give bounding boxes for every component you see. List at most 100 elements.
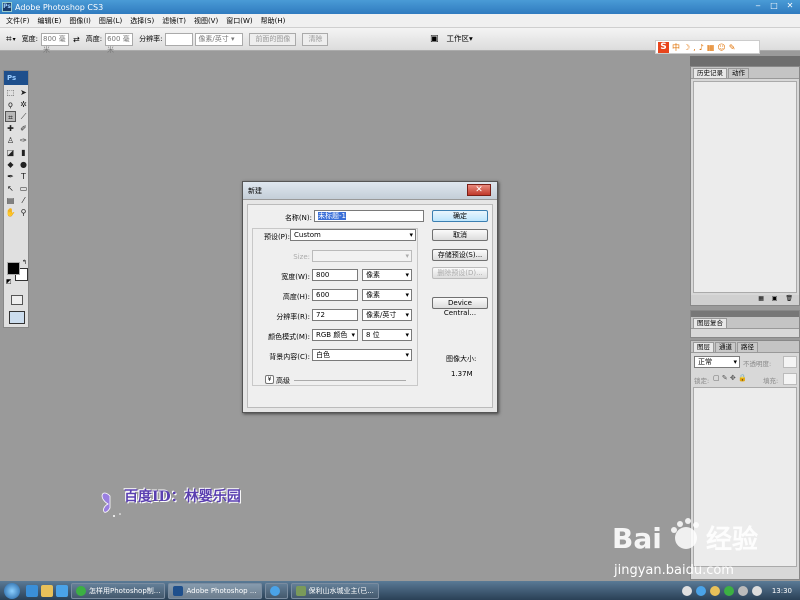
menu-file[interactable]: 文件(F) (2, 16, 34, 26)
taskbar-item-photoshop[interactable]: Adobe Photoshop ... (168, 582, 262, 599)
mic-icon[interactable]: ♪ (699, 43, 704, 52)
tray-icon-4[interactable] (723, 585, 734, 596)
tray-icon-2[interactable] (695, 585, 706, 596)
height-input[interactable]: 600 (312, 289, 358, 301)
resolution-input[interactable]: 72 (312, 309, 358, 321)
tab-channels[interactable]: 通道 (715, 342, 736, 352)
tab-layer-comps[interactable]: 图层复合 (693, 318, 727, 328)
magic-wand-tool-icon[interactable]: ✲ (18, 99, 29, 110)
dialog-close-button[interactable]: ✕ (467, 184, 491, 196)
tab-layers[interactable]: 图层 (693, 342, 714, 352)
swap-colors-icon[interactable]: ↰ (22, 259, 27, 266)
default-colors-icon[interactable]: ◩ (6, 278, 12, 285)
new-doc-from-state-icon[interactable]: ▦ (758, 295, 764, 302)
ok-button[interactable]: 确定 (432, 210, 488, 222)
cancel-button[interactable]: 取消 (432, 229, 488, 241)
ime-mode-label[interactable]: 中 (672, 42, 680, 53)
explorer-quicklaunch-icon[interactable] (41, 584, 53, 597)
tray-icon-1[interactable] (681, 585, 692, 596)
width-unit-select[interactable]: 像素 (362, 269, 412, 281)
delete-state-icon[interactable]: 🗑 (785, 295, 793, 302)
eyedropper-tool-icon[interactable]: ⁄ (18, 195, 29, 206)
clone-stamp-tool-icon[interactable]: ♙ (5, 135, 16, 146)
front-image-button[interactable]: 前面的图像 (249, 32, 297, 46)
brush-tool-icon[interactable]: ✐ (18, 123, 29, 134)
tab-actions[interactable]: 动作 (728, 68, 749, 78)
notes-tool-icon[interactable]: ▤ (5, 195, 16, 206)
size-select[interactable] (312, 250, 412, 262)
taskbar-item-chat[interactable]: 保利山水城业主(已... (290, 582, 379, 599)
menu-view[interactable]: 视图(V) (190, 16, 222, 26)
comma-icon[interactable]: , (693, 43, 696, 52)
lock-icons[interactable]: ▢ ✎ ✥ 🔒 (713, 374, 747, 382)
healing-brush-tool-icon[interactable]: ✚ (5, 123, 16, 134)
width-input[interactable]: 800 毫米 (41, 32, 70, 54)
dodge-tool-icon[interactable]: ● (18, 159, 29, 170)
maximize-button[interactable]: □ (766, 0, 782, 12)
background-select[interactable]: 白色 (312, 349, 412, 361)
resolution-unit-select[interactable]: 像素/英寸 ▾ (195, 32, 244, 46)
device-central-button[interactable]: Device Central... (432, 297, 488, 317)
preset-select[interactable]: Custom (290, 229, 416, 241)
bit-depth-select[interactable]: 8 位 (362, 329, 412, 341)
zoom-tool-icon[interactable]: ⚲ (18, 207, 29, 218)
type-tool-icon[interactable]: T (18, 171, 29, 182)
clear-button[interactable]: 清除 (302, 32, 329, 46)
pen-tool-icon[interactable]: ✒ (5, 171, 16, 182)
moon-icon[interactable]: ☽ (683, 43, 690, 52)
tab-history[interactable]: 历史记录 (693, 68, 727, 78)
gradient-tool-icon[interactable]: ▮ (18, 147, 29, 158)
save-preset-button[interactable]: 存储预设(S)... (432, 249, 488, 261)
resolution-unit-select[interactable]: 像素/英寸 (362, 309, 412, 321)
quick-mask-icon[interactable] (11, 295, 23, 305)
hand-tool-icon[interactable]: ✋ (5, 207, 16, 218)
taskbar-item-app[interactable] (264, 582, 288, 599)
screen-mode-icon[interactable] (9, 311, 25, 324)
lasso-tool-icon[interactable]: ϙ (5, 99, 16, 110)
blend-mode-select[interactable]: 正常 (694, 356, 740, 368)
ime-toolbar[interactable]: S 中 ☽ , ♪ ▦ ☺ ✎ (655, 40, 760, 54)
menu-layer[interactable]: 图层(L) (95, 16, 126, 26)
close-window-button[interactable]: ✕ (782, 0, 798, 12)
tab-paths[interactable]: 路径 (737, 342, 758, 352)
taskbar-item-browser[interactable]: 怎样用Photoshop制... (71, 582, 166, 599)
resolution-input[interactable] (165, 32, 194, 46)
path-selection-tool-icon[interactable]: ↖ (5, 183, 16, 194)
move-tool-icon[interactable]: ➤ (18, 87, 29, 98)
delete-preset-button[interactable]: 删除预设(D)... (432, 267, 488, 279)
minimize-button[interactable]: ‒ (750, 0, 766, 12)
menu-select[interactable]: 选择(S) (126, 16, 158, 26)
app-quicklaunch-icon[interactable] (56, 584, 68, 597)
history-brush-tool-icon[interactable]: ✑ (18, 135, 29, 146)
menu-window[interactable]: 窗口(W) (222, 16, 256, 26)
menu-help[interactable]: 帮助(H) (257, 16, 290, 26)
fill-input[interactable] (783, 373, 797, 385)
clock[interactable]: 13:30 (772, 587, 792, 595)
width-input[interactable]: 800 (312, 269, 358, 281)
eraser-tool-icon[interactable]: ◪ (5, 147, 16, 158)
swap-icon[interactable]: ⇄ (73, 35, 80, 44)
marquee-tool-icon[interactable]: ⬚ (5, 87, 16, 98)
user-icon[interactable]: ☺ (717, 43, 725, 52)
blur-tool-icon[interactable]: ◆ (5, 159, 16, 170)
wrench-icon[interactable]: ✎ (729, 43, 736, 52)
crop-tool-icon[interactable]: ⌗ (5, 111, 16, 122)
name-input[interactable]: 未标题-1 (314, 210, 424, 222)
slice-tool-icon[interactable]: ⟋ (18, 111, 29, 122)
shape-tool-icon[interactable]: ▭ (18, 183, 29, 194)
foreground-color-swatch[interactable] (7, 262, 20, 275)
workspace-switcher[interactable]: ▣ 工作区 ▾ (430, 33, 473, 44)
volume-icon[interactable] (751, 585, 762, 596)
tray-icon-3[interactable] (709, 585, 720, 596)
new-snapshot-icon[interactable]: ▣ (772, 295, 778, 302)
menu-filter[interactable]: 滤镜(T) (158, 16, 190, 26)
network-icon[interactable] (737, 585, 748, 596)
color-mode-select[interactable]: RGB 颜色 (312, 329, 358, 341)
advanced-toggle-icon[interactable]: ¥ (265, 375, 274, 384)
ie-quicklaunch-icon[interactable] (26, 584, 38, 597)
menu-edit[interactable]: 编辑(E) (34, 16, 66, 26)
keyboard-icon[interactable]: ▦ (707, 43, 715, 52)
height-unit-select[interactable]: 像素 (362, 289, 412, 301)
crop-tool-icon[interactable]: ⌗ (6, 34, 12, 45)
crop-tool-dropdown-icon[interactable]: ▾ (13, 36, 16, 43)
